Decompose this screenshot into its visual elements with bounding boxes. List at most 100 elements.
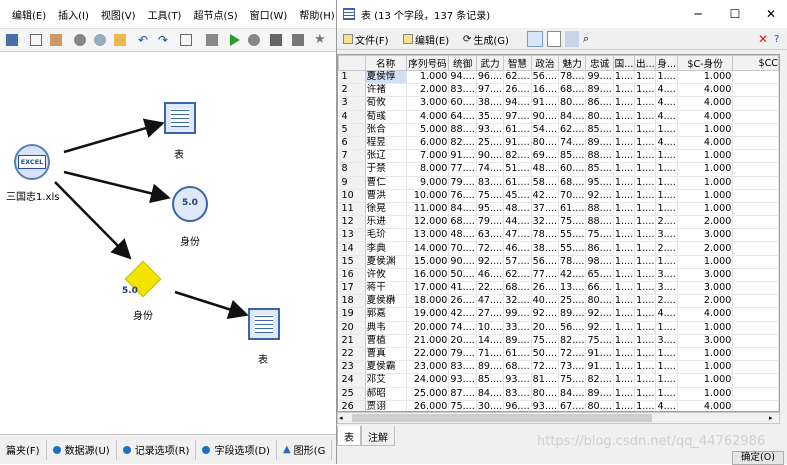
- value-cell[interactable]: 33....: [503, 321, 532, 335]
- table-row[interactable]: 25 郝昭 25.000 87.... 84.... 83.... 80.... 84....…: [338, 387, 779, 401]
- value-cell[interactable]: [732, 228, 779, 243]
- close-button[interactable]: ✕: [753, 0, 787, 28]
- name-cell[interactable]: 李典: [365, 241, 407, 256]
- value-cell[interactable]: 22....: [476, 281, 505, 296]
- table-row[interactable]: 7 张辽 7.000 91.... 90.... 82.... 69.... 85.... 88…: [338, 149, 779, 164]
- edit-menu-button[interactable]: 编辑(E): [403, 31, 449, 47]
- table-row[interactable]: 24 邓艾 24.000 93.... 85.... 93.... 81.... 75....…: [338, 373, 779, 388]
- value-cell[interactable]: 67....: [558, 400, 587, 411]
- value-cell[interactable]: 1.000: [677, 347, 734, 362]
- value-cell[interactable]: 82....: [503, 149, 532, 164]
- column-header[interactable]: 武力: [475, 55, 505, 71]
- value-cell[interactable]: 75....: [585, 228, 614, 243]
- row-number[interactable]: 18: [338, 294, 366, 309]
- value-cell[interactable]: 26....: [448, 294, 477, 309]
- row-number[interactable]: 2: [338, 83, 366, 98]
- value-cell[interactable]: 79....: [476, 215, 505, 230]
- column-header[interactable]: 忠诚: [585, 55, 614, 71]
- menu-supernode[interactable]: 超节点(S): [193, 7, 237, 22]
- value-cell[interactable]: 68....: [558, 176, 587, 190]
- value-cell[interactable]: 3....: [655, 334, 678, 348]
- value-cell[interactable]: 1....: [634, 83, 657, 98]
- menu-view[interactable]: 视图(V): [101, 7, 136, 22]
- table-row[interactable]: 6 程昱 6.000 82.... 25.... 91.... 80.... 74.... 89…: [338, 136, 779, 151]
- value-cell[interactable]: 15.000: [406, 255, 450, 269]
- value-cell[interactable]: 20....: [531, 321, 560, 335]
- value-cell[interactable]: 3.000: [677, 228, 734, 243]
- name-cell[interactable]: 于禁: [365, 162, 407, 177]
- value-cell[interactable]: [732, 176, 779, 190]
- value-cell[interactable]: 91....: [503, 136, 532, 151]
- paste-icon[interactable]: [114, 34, 126, 46]
- value-cell[interactable]: [732, 321, 779, 335]
- row-number[interactable]: 21: [338, 334, 366, 348]
- value-cell[interactable]: 4....: [655, 83, 678, 98]
- row-number[interactable]: 5: [338, 123, 366, 137]
- value-cell[interactable]: 1....: [634, 373, 657, 388]
- value-cell[interactable]: 4.000: [677, 400, 734, 411]
- value-cell[interactable]: 83....: [476, 176, 505, 190]
- value-cell[interactable]: 1.000: [677, 373, 734, 388]
- table-row[interactable]: 23 夏侯霸 23.000 83.... 89.... 68.... 72.... 73...…: [338, 360, 779, 375]
- value-cell[interactable]: 1....: [613, 268, 636, 283]
- value-cell[interactable]: 23.000: [406, 360, 450, 375]
- value-cell[interactable]: 92....: [531, 307, 560, 322]
- value-cell[interactable]: 2.000: [677, 241, 734, 256]
- value-cell[interactable]: 1....: [655, 70, 678, 85]
- value-cell[interactable]: 93....: [503, 373, 532, 388]
- tab-favorites[interactable]: 篇夹(F): [0, 439, 47, 460]
- save-icon[interactable]: [6, 34, 18, 46]
- value-cell[interactable]: 51....: [503, 162, 532, 177]
- row-number[interactable]: 9: [338, 176, 366, 190]
- scroll-left-icon[interactable]: ◂: [339, 414, 348, 423]
- undo-icon[interactable]: ↶: [138, 34, 150, 46]
- table-view-icon[interactable]: [527, 31, 543, 47]
- value-cell[interactable]: 94....: [503, 96, 532, 111]
- value-cell[interactable]: 1....: [613, 228, 636, 243]
- value-cell[interactable]: 1.000: [677, 202, 734, 217]
- name-cell[interactable]: 蒋干: [365, 281, 407, 296]
- value-cell[interactable]: 56....: [531, 70, 560, 85]
- menu-tools[interactable]: 工具(T): [148, 7, 182, 22]
- value-cell[interactable]: 68....: [558, 83, 587, 98]
- value-cell[interactable]: 4.000: [406, 110, 450, 124]
- value-cell[interactable]: 1....: [634, 189, 657, 203]
- value-cell[interactable]: 38....: [476, 96, 505, 111]
- value-cell[interactable]: 1....: [655, 387, 678, 401]
- value-cell[interactable]: 1....: [634, 334, 657, 348]
- value-cell[interactable]: 4.000: [677, 136, 734, 151]
- name-cell[interactable]: 曹仁: [365, 176, 407, 190]
- value-cell[interactable]: 14.000: [406, 241, 450, 256]
- value-cell[interactable]: 89....: [585, 83, 614, 98]
- value-cell[interactable]: 1.000: [677, 176, 734, 190]
- value-cell[interactable]: 1....: [634, 162, 657, 177]
- value-cell[interactable]: 1....: [634, 321, 657, 335]
- value-cell[interactable]: 1....: [655, 373, 678, 388]
- value-cell[interactable]: 56....: [558, 321, 587, 335]
- value-cell[interactable]: 79....: [448, 176, 477, 190]
- value-cell[interactable]: 32....: [531, 215, 560, 230]
- value-cell[interactable]: 1....: [655, 321, 678, 335]
- row-number[interactable]: 22: [338, 347, 366, 362]
- value-cell[interactable]: 99....: [585, 70, 614, 85]
- value-cell[interactable]: 64....: [448, 110, 477, 124]
- value-cell[interactable]: 80....: [585, 110, 614, 124]
- supernode-icon[interactable]: [206, 34, 218, 46]
- value-cell[interactable]: 84....: [476, 387, 505, 401]
- scroll-thumb[interactable]: [352, 414, 652, 422]
- menu-edit[interactable]: 编辑(E): [12, 7, 46, 22]
- vertical-scrollbar[interactable]: [780, 54, 787, 412]
- value-cell[interactable]: 90....: [448, 255, 477, 269]
- value-cell[interactable]: 42....: [558, 268, 587, 283]
- value-cell[interactable]: 3....: [655, 268, 678, 283]
- column-header[interactable]: 身...: [655, 55, 678, 71]
- value-cell[interactable]: [732, 96, 779, 111]
- value-cell[interactable]: 40....: [531, 294, 560, 309]
- value-cell[interactable]: 4....: [655, 400, 678, 411]
- value-cell[interactable]: [732, 373, 779, 388]
- table-row[interactable]: 13 毛玠 13.000 48.... 63.... 47.... 78.... 55....…: [338, 228, 779, 243]
- table-row[interactable]: 1 夏侯惇 1.000 94.... 96.... 62.... 56.... 78.... 9…: [338, 70, 779, 85]
- value-cell[interactable]: 22.000: [406, 347, 450, 362]
- value-cell[interactable]: 71....: [476, 347, 505, 362]
- value-cell[interactable]: [732, 215, 779, 230]
